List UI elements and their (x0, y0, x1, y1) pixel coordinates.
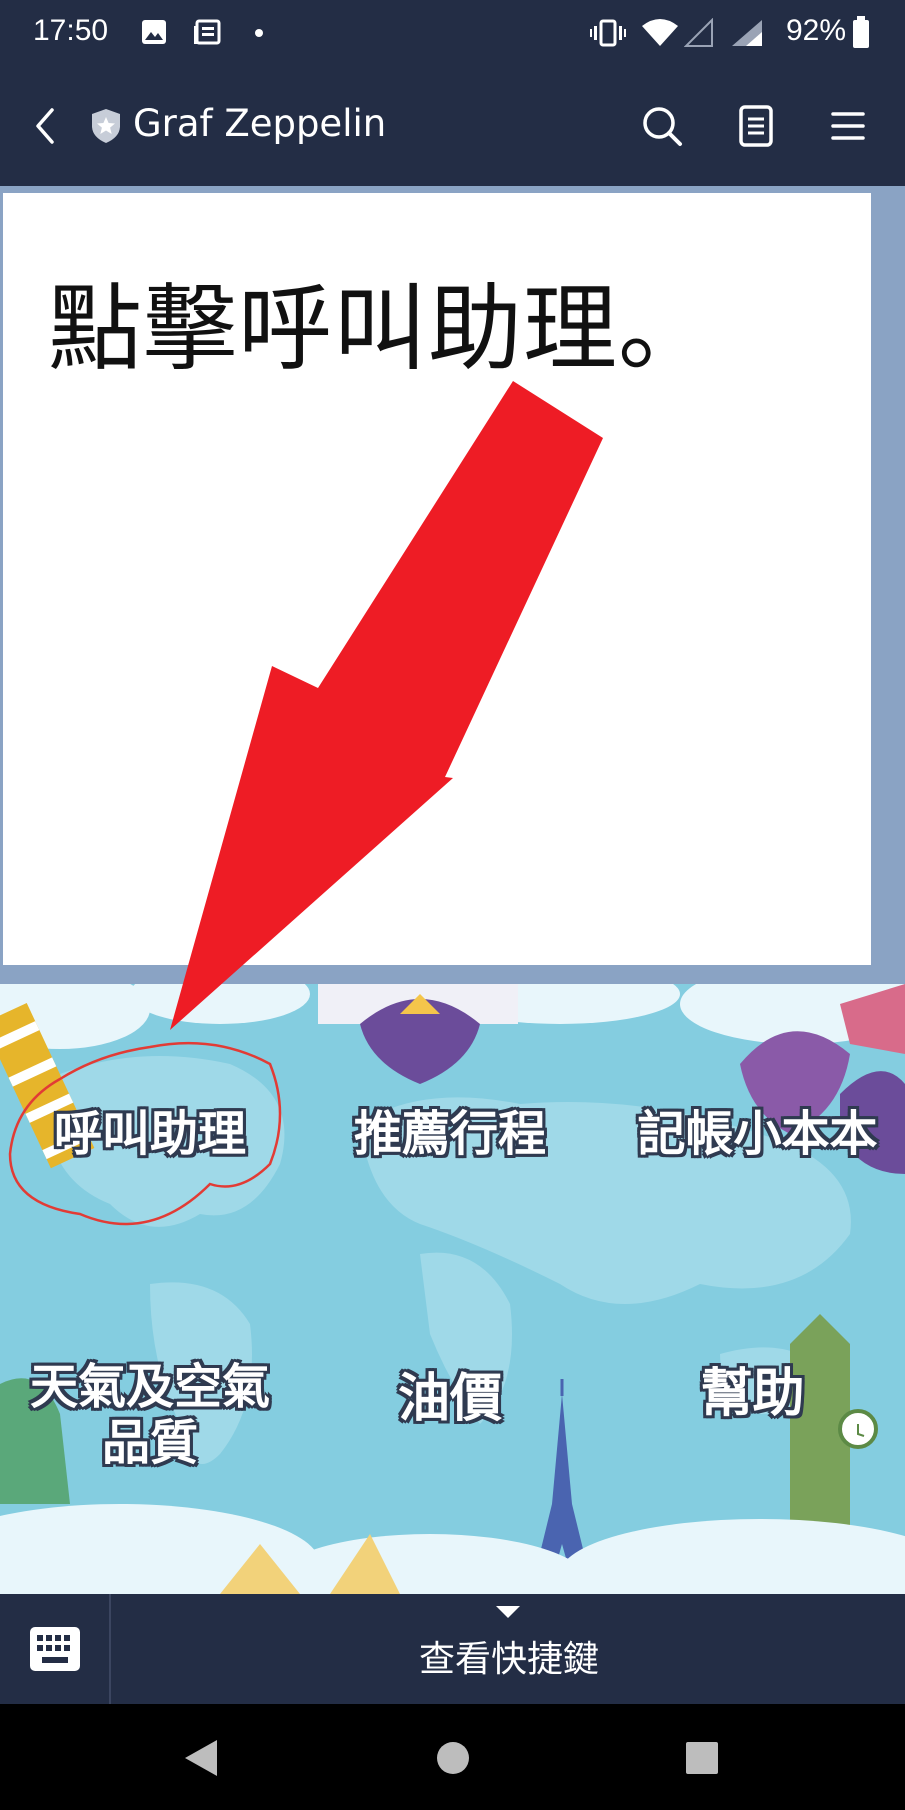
signal-icon (684, 18, 713, 47)
bottom-divider (109, 1594, 111, 1704)
signal-icon (732, 20, 762, 46)
view-shortcuts-button[interactable]: 查看快捷鍵 (419, 1630, 599, 1682)
menu-icon[interactable] (830, 106, 866, 146)
instruction-text: 點擊呼叫助理。 (48, 275, 714, 384)
nav-home-icon[interactable] (435, 1740, 471, 1776)
image-icon (142, 20, 166, 44)
menu-item-recommended-itinerary[interactable]: 推薦行程 (320, 1104, 580, 1164)
nav-back-icon[interactable] (183, 1738, 219, 1778)
nav-recents-icon[interactable] (684, 1740, 720, 1776)
menu-item-oil-price[interactable]: 油價 (320, 1369, 580, 1429)
menu-item-call-assistant[interactable]: 呼叫助理 (20, 1104, 280, 1164)
battery-icon (853, 16, 869, 48)
status-bar: 17:50 92% (0, 0, 905, 66)
status-time: 17:50 (33, 14, 109, 47)
weather-label-line2: 品質 (101, 1415, 198, 1471)
news-icon (194, 19, 221, 45)
battery-percent: 92% (786, 14, 847, 47)
wifi-icon (642, 19, 678, 46)
weather-label-line1: 天氣及空氣 (29, 1359, 270, 1415)
menu-item-help[interactable]: 幫助 (620, 1364, 885, 1424)
world-map-background (0, 984, 905, 1594)
keyboard-icon (30, 1627, 80, 1671)
back-icon[interactable] (30, 106, 60, 146)
bottom-bar: 查看快捷鍵 (0, 1594, 905, 1704)
chat-header: Graf Zeppelin (0, 66, 905, 186)
instruction-card: 點擊呼叫助理。 (3, 193, 871, 965)
rich-menu: 呼叫助理 推薦行程 記帳小本本 天氣及空氣 品質 油價 幫助 (0, 984, 905, 1594)
menu-item-weather-air-quality[interactable]: 天氣及空氣 品質 (0, 1359, 300, 1471)
caret-down-icon[interactable] (496, 1606, 520, 1620)
chat-area: 點擊呼叫助理。 (0, 186, 905, 984)
keyboard-button[interactable] (0, 1594, 109, 1704)
notes-icon[interactable] (736, 104, 776, 148)
system-nav-bar (0, 1704, 905, 1810)
chat-title: Graf Zeppelin (133, 102, 387, 145)
vibrate-icon (590, 19, 626, 47)
dot-icon (255, 29, 263, 37)
search-icon[interactable] (640, 104, 684, 148)
menu-item-expense-notebook[interactable]: 記帳小本本 (610, 1104, 905, 1164)
shield-star-icon (92, 109, 120, 143)
